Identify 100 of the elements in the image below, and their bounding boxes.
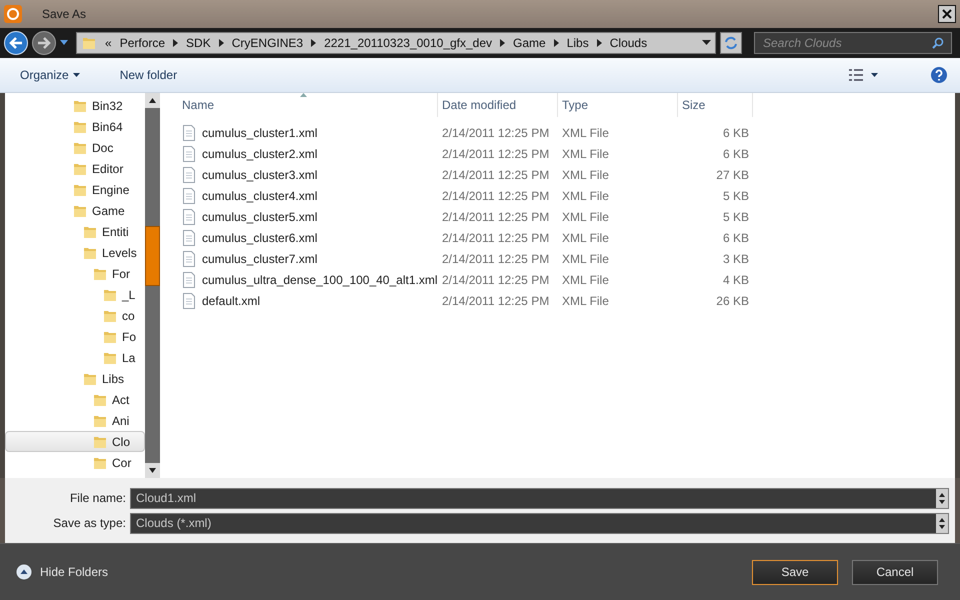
field-label: Save as type:: [52, 515, 127, 532]
chevron-right-icon[interactable]: [218, 39, 224, 47]
column-header[interactable]: Type: [558, 93, 678, 117]
column-header[interactable]: Name: [178, 93, 438, 117]
folder-tree-item[interactable]: Editor: [5, 158, 145, 179]
table-cell-text: 2/14/2011 12:25 PM: [442, 250, 550, 268]
folder-icon: [81, 35, 97, 51]
table-cell-text: 2/14/2011 12:25 PM: [442, 292, 550, 310]
file-name[interactable]: cumulus_cluster3.xml: [202, 166, 318, 184]
caret-down-icon[interactable]: [702, 40, 711, 46]
table-cell-text: XML File: [562, 272, 609, 288]
chevron-right-icon[interactable]: [500, 39, 506, 47]
table-cell-text: XML File: [562, 146, 609, 162]
address-bar[interactable]: « Perforce SDK CryENGINE3 2221_20110323_0010_gfx_dev Game Libs Clouds: [76, 32, 716, 54]
file-name-field[interactable]: Cloud1.xml: [130, 488, 949, 508]
folder-tree-item[interactable]: Clo: [5, 431, 145, 452]
folder-tree-item[interactable]: Libs: [5, 368, 145, 389]
folder-tree-item[interactable]: La: [5, 347, 145, 368]
table-cell-text: 27 KB: [716, 166, 749, 184]
folder-tree-item[interactable]: Ani: [5, 410, 145, 431]
scroll-thumb[interactable]: [145, 226, 160, 286]
document-icon: [182, 188, 196, 204]
folder-tree-item[interactable]: Cor: [5, 452, 145, 473]
search-icon: [932, 37, 944, 49]
file-name[interactable]: cumulus_cluster5.xml: [202, 208, 318, 226]
folder-tree-item[interactable]: Engine: [5, 179, 145, 200]
back-button[interactable]: [4, 31, 28, 55]
spinner-icon[interactable]: [936, 514, 948, 532]
folder-tree-item[interactable]: Fo: [5, 326, 145, 347]
folder-tree-item[interactable]: Levels: [5, 242, 145, 263]
chevron-right-icon[interactable]: [173, 39, 178, 47]
breadcrumb-segment[interactable]: Perforce: [120, 34, 166, 52]
table-cell-text: 2/14/2011 12:25 PM: [442, 272, 550, 288]
document-icon: [182, 146, 196, 162]
scroll-down-icon[interactable]: [145, 463, 160, 478]
caret-down-icon[interactable]: [60, 40, 68, 46]
breadcrumb-segment[interactable]: Game: [513, 34, 546, 52]
search-field[interactable]: Search Clouds: [754, 32, 952, 54]
field-label: File name:: [68, 490, 127, 507]
table-cell-text: XML File: [562, 208, 609, 226]
file-name[interactable]: cumulus_ultra_dense_100_100_40_alt1.xml: [202, 270, 438, 288]
document-icon: [182, 250, 196, 266]
breadcrumb-segment[interactable]: SDK: [186, 34, 211, 52]
dialog-button[interactable]: Cancel: [852, 560, 938, 584]
column-header[interactable]: Date modified: [438, 93, 558, 117]
breadcrumb-segment[interactable]: Clouds: [610, 34, 648, 52]
file-name[interactable]: cumulus_cluster2.xml: [202, 144, 318, 162]
close-button[interactable]: [938, 5, 956, 23]
refresh-button[interactable]: [720, 32, 742, 54]
table-cell-text: XML File: [562, 292, 609, 310]
hide-folders-button[interactable]: Hide Folders: [16, 563, 108, 581]
overflow-chevron[interactable]: «: [105, 34, 112, 52]
column-header[interactable]: Size: [678, 93, 753, 117]
scroll-up-icon[interactable]: [145, 93, 160, 108]
scrollbar[interactable]: [145, 93, 160, 478]
table-cell-text: 5 KB: [722, 208, 749, 226]
caret-down-icon: [72, 73, 80, 77]
breadcrumb-segment[interactable]: CryENGINE3: [232, 34, 304, 52]
table-cell-text: 6 KB: [722, 230, 749, 246]
file-name[interactable]: cumulus_cluster7.xml: [202, 250, 318, 268]
dialog-button[interactable]: Save: [752, 560, 838, 584]
table-cell-text: 3 KB: [722, 250, 749, 268]
new-folder-button[interactable]: New folder: [112, 62, 186, 88]
spinner-icon[interactable]: [936, 488, 948, 508]
help-icon[interactable]: [930, 66, 948, 84]
document-icon: [182, 272, 196, 288]
folder-tree-item[interactable]: Bin64: [5, 116, 145, 137]
folder-tree-item[interactable]: For: [5, 263, 145, 284]
folder-tree-item[interactable]: Bin32: [5, 95, 145, 116]
document-icon: [182, 292, 196, 308]
file-name[interactable]: cumulus_cluster1.xml: [202, 124, 318, 142]
file-name[interactable]: cumulus_cluster6.xml: [202, 228, 318, 246]
organize-menu-button[interactable]: Organize: [12, 62, 88, 88]
table-cell-text: XML File: [562, 166, 609, 184]
folder-tree-item[interactable]: Act: [5, 389, 145, 410]
table-cell-text: 2/14/2011 12:25 PM: [442, 146, 550, 162]
table-cell-text: XML File: [562, 124, 609, 142]
document-icon: [182, 124, 196, 140]
chevron-right-icon[interactable]: [596, 39, 602, 47]
chevron-right-icon[interactable]: [554, 39, 559, 47]
document-icon: [182, 208, 196, 224]
breadcrumb-segment[interactable]: 2221_20110323_0010_gfx_dev: [324, 34, 492, 52]
arrow-right-icon: [37, 37, 51, 49]
file-name[interactable]: default.xml: [202, 292, 260, 310]
breadcrumb-segment[interactable]: Libs: [566, 34, 589, 52]
table-cell-text: 26 KB: [716, 292, 749, 310]
file-name[interactable]: cumulus_cluster4.xml: [202, 186, 318, 204]
chevron-right-icon[interactable]: [311, 39, 316, 47]
folder-tree-item[interactable]: Entiti: [5, 221, 145, 242]
close-icon: [942, 9, 952, 19]
refresh-icon: [724, 36, 738, 50]
table-cell-text: 6 KB: [722, 124, 749, 142]
folder-tree-item[interactable]: co: [5, 305, 145, 326]
forward-button[interactable]: [32, 31, 56, 55]
table-cell-text: 5 KB: [722, 188, 749, 204]
folder-tree-item[interactable]: _L: [5, 284, 145, 305]
folder-tree-item[interactable]: Doc: [5, 137, 145, 158]
file-type-dropdown[interactable]: Clouds (*.xml): [130, 512, 949, 534]
folder-tree-item[interactable]: Game: [5, 200, 145, 221]
table-cell-text: 2/14/2011 12:25 PM: [442, 208, 550, 226]
